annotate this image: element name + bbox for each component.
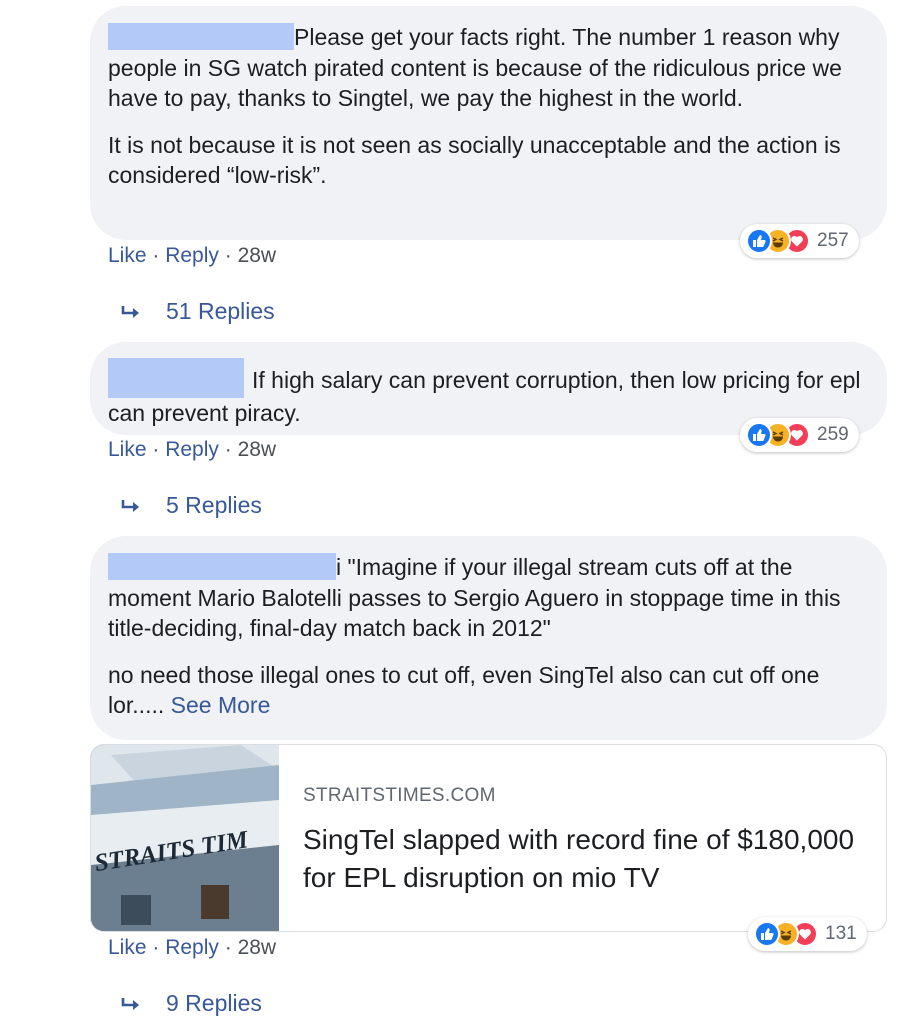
like-button[interactable]: Like <box>108 936 147 959</box>
separator: · <box>218 244 238 267</box>
comment-timestamp[interactable]: 28w <box>238 244 277 267</box>
redacted-author-name <box>108 358 244 398</box>
comment-timestamp[interactable]: 28w <box>238 936 277 959</box>
separator: · <box>146 438 166 461</box>
article-thumbnail: STRAITS TIM <box>91 745 279 931</box>
separator: · <box>146 244 166 267</box>
link-title[interactable]: SingTel slapped with record fine of $180… <box>303 821 866 897</box>
reaction-count: 257 <box>817 230 849 251</box>
separator: · <box>218 438 238 461</box>
reply-arrow-icon <box>121 997 139 1010</box>
comment-timestamp[interactable]: 28w <box>238 438 277 461</box>
replies-label: 5 Replies <box>166 492 262 518</box>
reply-arrow-icon <box>121 305 139 318</box>
comment-actions: Like · Reply · 28w <box>108 438 276 462</box>
like-button[interactable]: Like <box>108 438 147 461</box>
replies-label: 51 Replies <box>166 298 275 324</box>
redacted-author-name <box>108 553 336 580</box>
reaction-summary[interactable]: 257 <box>740 224 859 258</box>
comment-text: It is not because it is not seen as soci… <box>108 131 841 189</box>
reply-arrow-icon <box>121 499 139 512</box>
view-replies-link[interactable]: 9 Replies <box>120 990 262 1017</box>
link-preview-text: STRAITSTIMES.COM SingTel slapped with re… <box>303 785 866 897</box>
view-replies-link[interactable]: 5 Replies <box>120 492 262 519</box>
comment-bubble: Please get your facts right. The number … <box>90 6 887 240</box>
comment-text: no need those illegal ones to cut off, e… <box>108 661 820 719</box>
separator: · <box>146 936 166 959</box>
reaction-count: 259 <box>817 424 849 445</box>
reaction-count: 131 <box>825 923 857 944</box>
comment-text: i "Imagine if your illegal stream cuts o… <box>108 553 841 641</box>
like-button[interactable]: Like <box>108 244 147 267</box>
like-icon <box>754 921 780 947</box>
redacted-author-name <box>108 23 294 50</box>
like-icon <box>746 228 772 254</box>
reply-button[interactable]: Reply <box>165 438 219 461</box>
newspaper-image: STRAITS TIM <box>91 745 279 931</box>
reply-button[interactable]: Reply <box>165 244 219 267</box>
reply-button[interactable]: Reply <box>165 936 219 959</box>
comment-text: Please get your facts right. The number … <box>108 23 842 111</box>
link-preview-card[interactable]: STRAITS TIM STRAITSTIMES.COM SingTel sla… <box>90 744 887 932</box>
comment-bubble: i "Imagine if your illegal stream cuts o… <box>90 536 887 740</box>
view-replies-link[interactable]: 51 Replies <box>120 298 275 325</box>
comment-actions: Like · Reply · 28w <box>108 244 276 268</box>
reaction-summary[interactable]: 259 <box>740 418 859 452</box>
like-icon <box>746 422 772 448</box>
reaction-summary[interactable]: 131 <box>748 917 867 951</box>
replies-label: 9 Replies <box>166 990 262 1016</box>
separator: · <box>218 936 238 959</box>
link-domain: STRAITSTIMES.COM <box>303 785 496 806</box>
comment-actions: Like · Reply · 28w <box>108 936 276 960</box>
see-more-link[interactable]: See More <box>171 692 271 718</box>
